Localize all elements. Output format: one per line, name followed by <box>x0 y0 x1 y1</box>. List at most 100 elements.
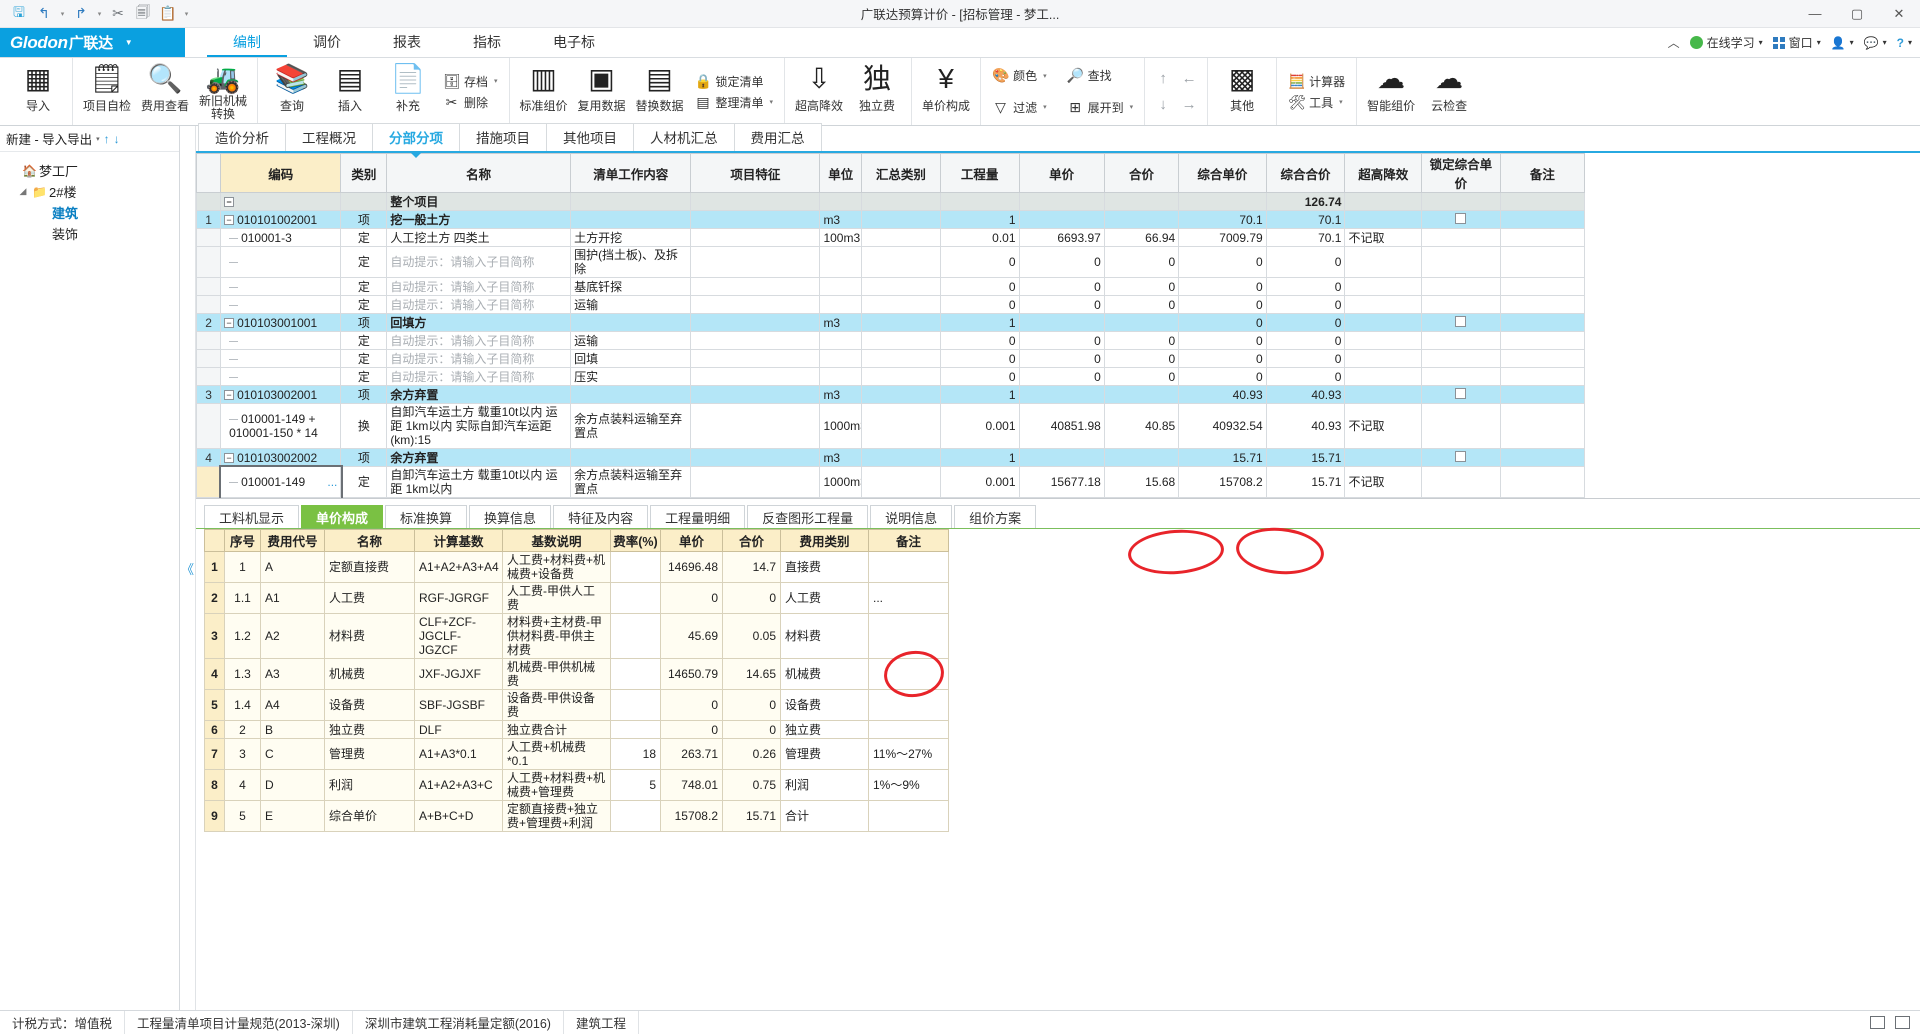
cell-comprehensive-total[interactable]: 70.1 <box>1265 228 1346 247</box>
cell-feature[interactable] <box>690 210 821 229</box>
cell-calc-base[interactable]: RGF-JGRGF <box>414 582 503 614</box>
cell-comprehensive-unit-price[interactable]: 0 <box>1178 367 1267 386</box>
menu-item-2[interactable]: 报表 <box>367 28 447 57</box>
cell-unit[interactable]: m3 <box>819 385 862 404</box>
cell-lock-price[interactable] <box>1421 210 1501 229</box>
cell-category[interactable]: 定 <box>340 228 388 247</box>
ribbon-button-calculator-icon[interactable]: 🧮 计算器 <box>1284 71 1349 92</box>
cell-code[interactable]: 010001-3 <box>220 228 342 247</box>
cell-unit-price[interactable]: 0 <box>660 689 723 721</box>
tab-2[interactable]: 分部分项 <box>372 123 460 158</box>
table-row[interactable]: 2−010103001001 项回填方 m3 1 0 0 <box>196 313 1586 332</box>
cell-calc-base[interactable]: SBF-JGSBF <box>414 689 503 721</box>
cell-quantity[interactable] <box>939 192 1020 211</box>
cell-base-desc[interactable]: 材料费+主材费-甲供材料费-甲供主材费 <box>502 613 611 659</box>
cell-unit[interactable] <box>819 277 862 296</box>
cell-memo[interactable] <box>1499 367 1586 386</box>
cell-rate[interactable] <box>610 720 661 739</box>
table-row[interactable]: 6 2 B 独立费 DLF 独立费合计 0 0 独立费 <box>204 720 949 739</box>
move-down-icon[interactable]: ↓ <box>114 132 120 146</box>
menu-item-4[interactable]: 电子标 <box>527 28 621 57</box>
cell-summary-category[interactable] <box>861 367 941 386</box>
cell-name[interactable]: 余方弃置 <box>386 385 572 404</box>
cell-seq[interactable]: 3 <box>224 738 261 770</box>
ribbon-button-replace-data-icon[interactable]: ▤ 替换数据 <box>631 58 689 125</box>
table-row[interactable]: 定自动提示：请输入子目简称 压实 0 0 0 0 0 <box>196 367 1586 386</box>
bottom-tab-2[interactable]: 标准换算 <box>385 505 468 528</box>
grid-layout-icon[interactable] <box>1895 1016 1910 1029</box>
ribbon-button-other-icon[interactable]: ▩ 其他 <box>1213 58 1271 125</box>
cell-calc-base[interactable]: A1+A2+A3+C <box>414 769 503 801</box>
bottom-grid-header-3[interactable]: 计算基数 <box>414 529 503 552</box>
cell-fee-name[interactable]: 材料费 <box>324 613 415 659</box>
cell-summary-category[interactable] <box>861 277 941 296</box>
grid-header-1[interactable]: 类别 <box>340 153 388 193</box>
cell-lock-price[interactable] <box>1421 228 1501 247</box>
cell-base-desc[interactable]: 人工费+材料费+机械费+管理费 <box>502 769 611 801</box>
cell-total-price[interactable]: 0.05 <box>722 613 781 659</box>
cell-comprehensive-total[interactable]: 0 <box>1265 349 1346 368</box>
cell-height-efficiency[interactable] <box>1344 210 1422 229</box>
cell-summary-category[interactable] <box>861 192 941 211</box>
cell-calc-base[interactable]: CLF+ZCF-JGCLF-JGZCF <box>414 613 503 659</box>
bottom-tab-6[interactable]: 反查图形工程量 <box>747 505 869 528</box>
cell-work-content[interactable]: 余方点装料运输至弃置点 <box>570 466 692 498</box>
cell-unit[interactable]: m3 <box>819 313 862 332</box>
cell-total-price[interactable]: 0 <box>1103 295 1180 314</box>
tree-node-1[interactable]: ◢ 📁 2#楼 <box>4 181 175 202</box>
cell-feature[interactable] <box>690 277 821 296</box>
tab-3[interactable]: 措施项目 <box>459 123 547 151</box>
cell-lock-price[interactable] <box>1421 246 1501 278</box>
cell-category[interactable]: 定 <box>340 349 388 368</box>
cell-unit-price[interactable]: 0 <box>1018 295 1105 314</box>
cell-fee-code[interactable]: A3 <box>260 658 325 690</box>
bottom-tab-5[interactable]: 工程量明细 <box>650 505 746 528</box>
ribbon-caret-icon[interactable]: ▾ <box>494 77 498 85</box>
panel-collapse-button[interactable]: 《 <box>180 126 196 1010</box>
ribbon-button-find-icon[interactable]: 🔎 查找 <box>1063 60 1138 92</box>
bottom-tab-3[interactable]: 换算信息 <box>469 505 552 528</box>
brand-logo[interactable]: Glodon 广联达 ▼ <box>0 28 185 57</box>
lock-checkbox[interactable] <box>1455 212 1467 224</box>
lock-checkbox[interactable] <box>1455 450 1467 462</box>
cell-fee-name[interactable]: 机械费 <box>324 658 415 690</box>
ribbon-collapse-icon[interactable]: ︿ <box>1668 34 1680 51</box>
table-row[interactable]: 3−010103002001 项余方弃置 m3 1 40.93 40.93 <box>196 385 1586 404</box>
ribbon-button-project-selfcheck-icon[interactable]: 🗒 项目自检 <box>78 58 136 125</box>
cell-comprehensive-total[interactable]: 126.74 <box>1265 192 1346 211</box>
cell-memo[interactable] <box>868 689 949 721</box>
bottom-grid-header-7[interactable]: 合价 <box>722 529 781 552</box>
cell-feature[interactable] <box>690 466 821 498</box>
bottom-grid-header-9[interactable]: 备注 <box>868 529 949 552</box>
user-account-button[interactable]: 👤 ▾ <box>1831 36 1854 50</box>
cell-calc-base[interactable]: A+B+C+D <box>414 800 503 832</box>
cell-total-price[interactable]: 0 <box>1103 246 1180 278</box>
tree-node-0[interactable]: 🏠 梦工厂 <box>4 160 175 181</box>
cell-name[interactable]: 人工挖土方 四类土 <box>386 228 572 247</box>
grid-header-0[interactable]: 编码 <box>220 153 342 193</box>
tab-4[interactable]: 其他项目 <box>546 123 634 151</box>
bottom-grid-header-0[interactable]: 序号 <box>224 529 261 552</box>
cell-code[interactable] <box>220 277 342 296</box>
table-row[interactable]: 1−010101002001 项挖一般土方 m3 1 70.1 70.1 <box>196 210 1586 229</box>
cell-rate[interactable] <box>610 551 661 583</box>
cell-total-price[interactable]: 0.75 <box>722 769 781 801</box>
cell-unit[interactable]: m3 <box>819 210 862 229</box>
cell-lock-price[interactable] <box>1421 313 1501 332</box>
bottom-grid-header-5[interactable]: 费率(%) <box>610 529 661 552</box>
cell-category[interactable] <box>340 192 388 211</box>
cell-code[interactable] <box>220 349 342 368</box>
cell-unit-price[interactable]: 0 <box>1018 331 1105 350</box>
cell-fee-category[interactable]: 利润 <box>780 769 869 801</box>
cell-summary-category[interactable] <box>861 466 941 498</box>
cell-feature[interactable] <box>690 331 821 350</box>
cell-unit-price[interactable] <box>1018 192 1105 211</box>
cell-seq[interactable]: 5 <box>224 800 261 832</box>
cell-work-content[interactable] <box>570 192 692 211</box>
cell-work-content[interactable]: 土方开挖 <box>570 228 692 247</box>
cell-total-price[interactable] <box>1103 385 1180 404</box>
cell-memo[interactable] <box>1499 210 1586 229</box>
cell-fee-code[interactable]: D <box>260 769 325 801</box>
menu-item-3[interactable]: 指标 <box>447 28 527 57</box>
undo-dropdown-icon[interactable]: ▾ <box>58 10 67 18</box>
